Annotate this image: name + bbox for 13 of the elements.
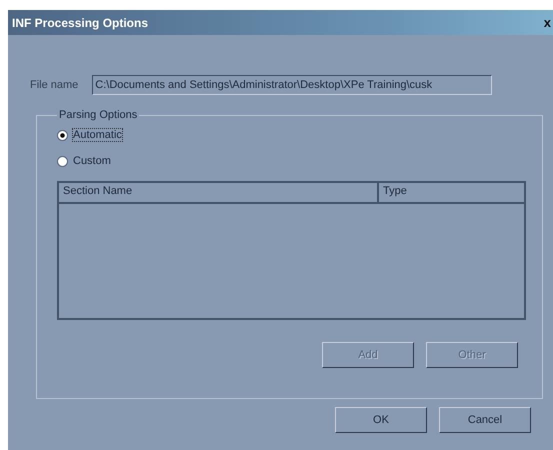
file-name-label: File name	[30, 79, 78, 91]
window-title: INF Processing Options	[12, 16, 148, 30]
column-header[interactable]: Type	[379, 183, 411, 202]
close-button[interactable]: x	[542, 15, 553, 30]
column-header[interactable]: Section Name	[59, 183, 379, 202]
file-name-field[interactable]: C:\Documents and Settings\Administrator\Desktop\XPe Training\cusk	[92, 75, 492, 95]
radio-option[interactable]: Custom	[57, 155, 526, 167]
radio-label: Custom	[73, 155, 111, 167]
radio-label: Automatic	[73, 129, 122, 141]
radio-option[interactable]: Automatic	[57, 129, 526, 141]
group-title: Parsing Options	[58, 109, 138, 121]
dialog-button[interactable]: OK	[335, 407, 427, 433]
dialog-button[interactable]: Cancel	[439, 407, 531, 433]
